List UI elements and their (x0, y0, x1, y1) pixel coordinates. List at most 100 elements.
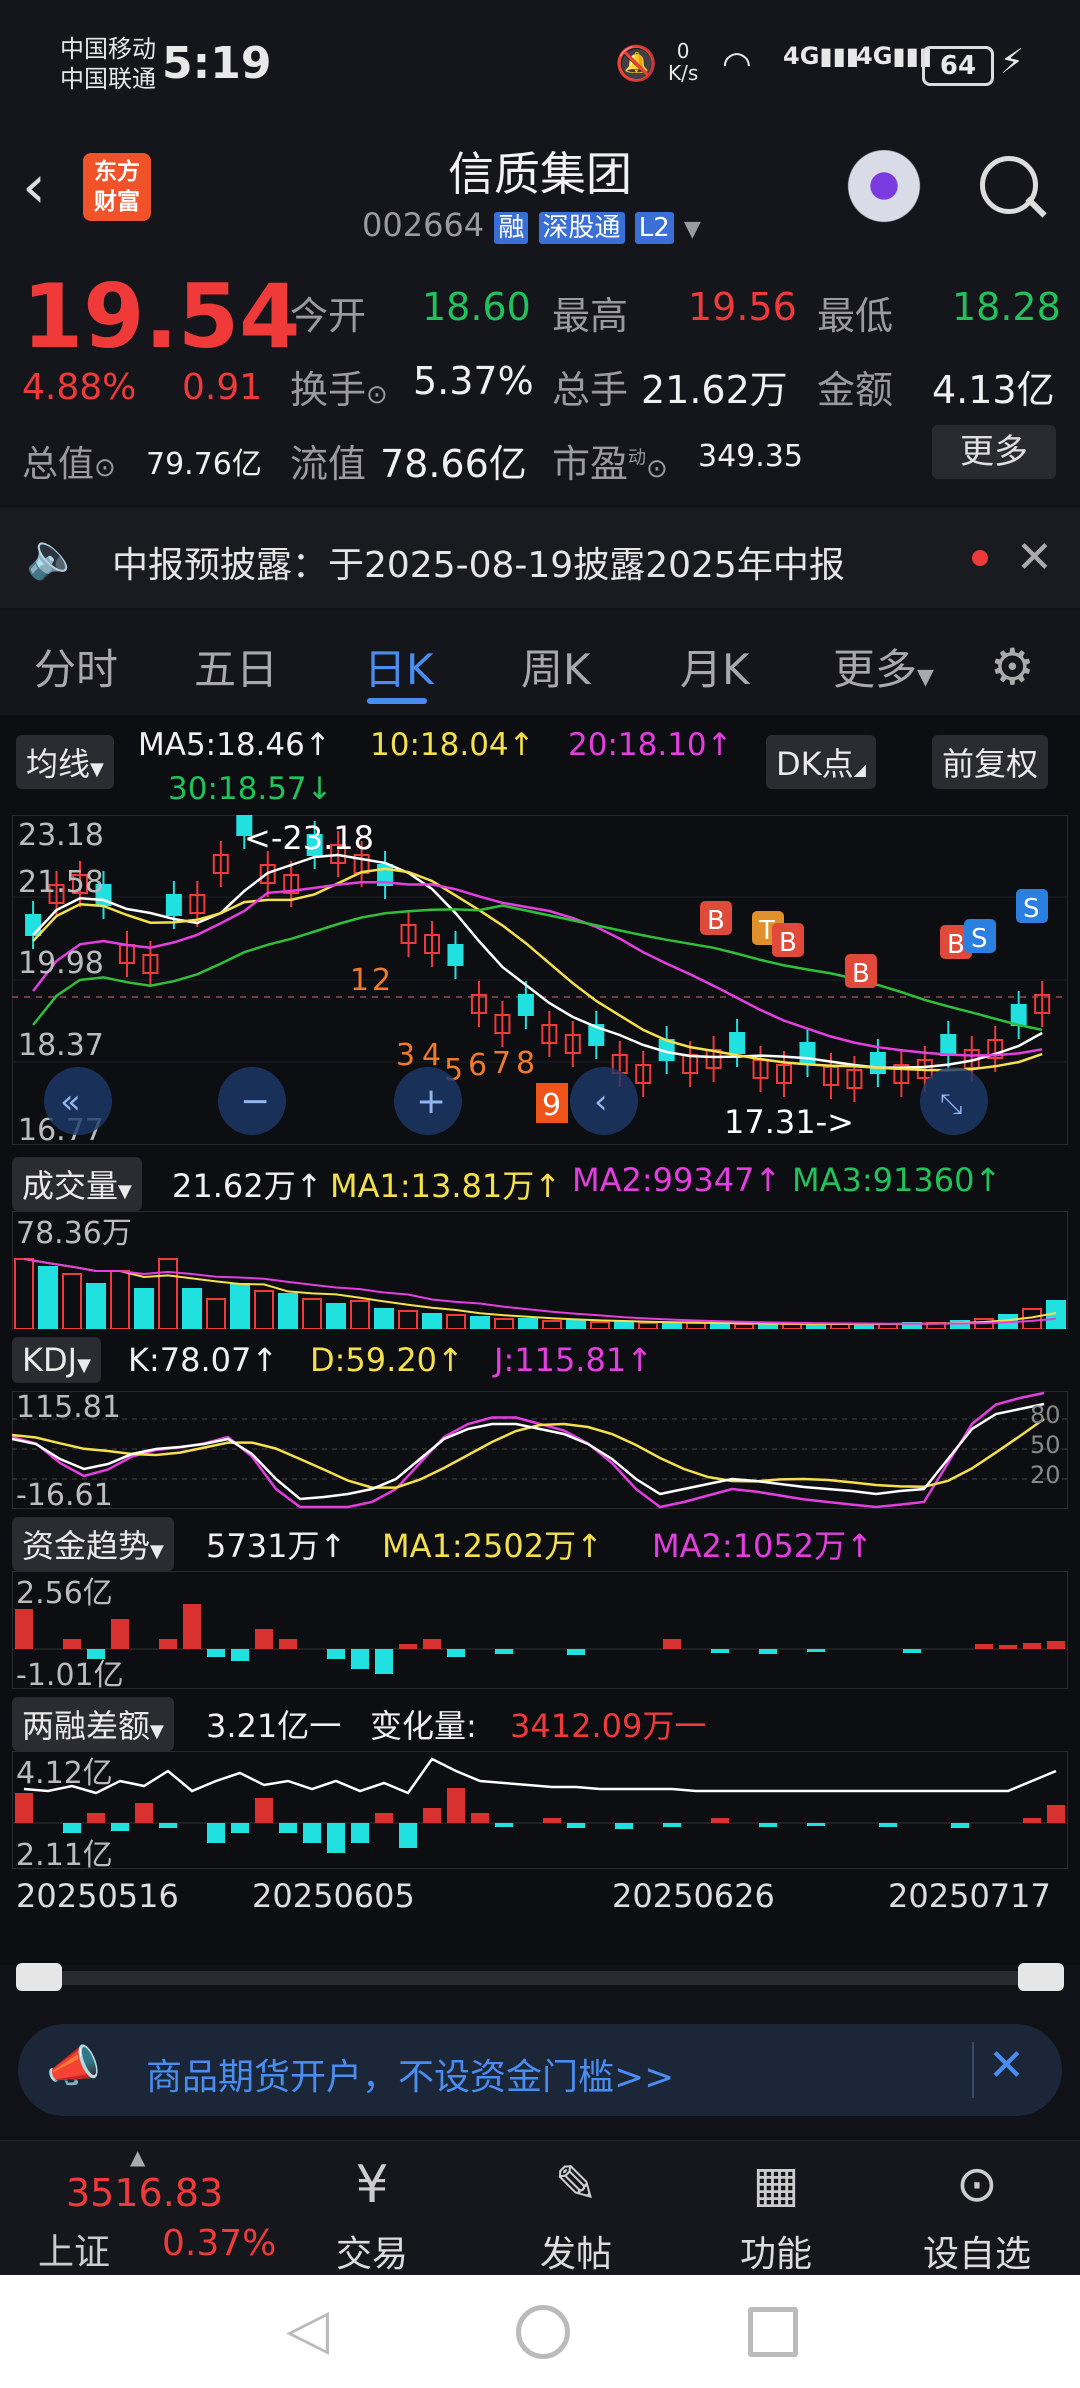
nav-function-label[interactable]: 功能 (736, 2225, 816, 2277)
fund-trend-selector[interactable]: 资金趋势▼ (12, 1517, 174, 1571)
volume-selector[interactable]: 成交量▼ (12, 1157, 142, 1211)
ad-banner[interactable]: 📣 商品期货开户，不设资金门槛>> ✕ (18, 2024, 1062, 2116)
notice-bar[interactable]: 🔈 中报预披露：于2025-08-19披露2025年中报 ✕ (0, 508, 1080, 608)
kline-chart[interactable]: 23.18 21.58 19.98 18.37 16.77 <-23.18 17… (12, 815, 1068, 1145)
info-icon[interactable]: ⊙ (646, 454, 668, 484)
margin-bar (375, 1813, 393, 1823)
axis-label: 115.81 (16, 1391, 121, 1425)
more-button[interactable]: 更多 (932, 425, 1056, 479)
volume-bar (494, 1318, 514, 1329)
back-triangle-icon[interactable]: ◁ (286, 2297, 329, 2362)
gear-icon[interactable]: ⚙ (990, 638, 1035, 696)
trade-icon[interactable]: ¥ (332, 2155, 412, 2215)
fund-bar (183, 1604, 201, 1649)
stock-code-row: 002664 融 深股通 L2 ▼ (362, 206, 701, 244)
index-name[interactable]: 上证 (38, 2223, 110, 2275)
stock-header: ‹ 东方 财富 信质集团 002664 融 深股通 L2 ▼ (0, 130, 1080, 255)
axis-label: 78.36万 (16, 1216, 132, 1251)
home-circle-icon[interactable] (516, 2305, 570, 2359)
candle-body (869, 1052, 886, 1074)
fund-bar (327, 1649, 345, 1659)
volume-chip-label: 成交量 (22, 1167, 119, 1205)
tab-monthly-k[interactable]: 月K (680, 636, 750, 697)
low-annotation: 17.31-> (724, 1103, 854, 1141)
margin-chart[interactable]: 4.12亿 2.11亿 (12, 1751, 1068, 1869)
volume-bar (590, 1321, 610, 1329)
margin-bar (471, 1813, 489, 1823)
candle-body (940, 1034, 957, 1056)
close-icon[interactable]: ✕ (1016, 532, 1053, 583)
axis-label: -16.61 (16, 1478, 113, 1509)
ma10-line (32, 867, 1043, 1072)
chevron-down-icon: ▼ (917, 665, 934, 690)
post-icon[interactable]: ✎ (536, 2155, 616, 2215)
net-speed: 0 K/s (668, 40, 698, 84)
volume-bar (614, 1321, 634, 1329)
kdj-selector[interactable]: KDJ▼ (12, 1337, 101, 1383)
adjust-button[interactable]: 前复权 (932, 735, 1049, 789)
ma20-value: 20:18.10↑ (568, 727, 733, 763)
mute-icon: 🔕 (615, 44, 658, 84)
seq-marker: 2 (372, 963, 391, 998)
volume-label: 总手 (552, 368, 629, 412)
ma10-value: 10:18.04↑ (370, 727, 535, 763)
fund-bar (711, 1649, 729, 1653)
pe-label-text: 市盈 (552, 442, 629, 486)
tab-intraday[interactable]: 分时 (34, 636, 118, 697)
apps-icon[interactable]: ▦ (736, 2155, 816, 2213)
volume-bar (422, 1313, 442, 1329)
tab-five-day[interactable]: 五日 (194, 636, 278, 697)
chevron-down-icon[interactable]: ▼ (684, 217, 701, 242)
signal-2-label: 4G (856, 42, 893, 70)
tab-daily-k[interactable]: 日K (364, 636, 434, 697)
volume-bar (62, 1273, 82, 1329)
range-handle-left[interactable] (16, 1963, 62, 1991)
fund-bars (15, 1604, 1065, 1674)
recents-square-icon[interactable] (748, 2307, 798, 2357)
megaphone-icon: 📣 (46, 2041, 101, 2092)
signal-label: B (707, 906, 725, 936)
more-circle-icon[interactable]: ⊙ (922, 2155, 1032, 2213)
kdj-j-line (12, 1391, 1045, 1509)
volume-ma3: MA3:91360↑ (792, 1161, 1002, 1199)
info-icon[interactable]: ⊙ (94, 453, 116, 483)
fund-bar (447, 1649, 465, 1657)
fund-value: 5731万↑ (206, 1527, 347, 1565)
fund-trend-chart[interactable]: 2.56亿 -1.01亿 (12, 1571, 1068, 1689)
close-icon[interactable]: ✕ (988, 2040, 1025, 2091)
volume-chart[interactable]: 78.36万 (12, 1211, 1068, 1329)
range-handle-right[interactable] (1018, 1963, 1064, 1991)
index-value[interactable]: 3516.83 (66, 2171, 223, 2215)
margin-selector[interactable]: 两融差额▼ (12, 1697, 174, 1751)
chevron-up-icon: ▲ (130, 2145, 146, 2169)
fund-frame (12, 1571, 1068, 1689)
fund-bar (231, 1649, 249, 1661)
fund-bar (63, 1639, 81, 1649)
nav-add-watch-label[interactable]: 设自选 (912, 2225, 1042, 2277)
axis-label: 18.37 (18, 1028, 104, 1063)
index-percent[interactable]: 0.37% (162, 2223, 276, 2264)
volume-bar (326, 1303, 346, 1329)
kdj-chart[interactable]: 115.81 -16.61 80 50 20 (12, 1391, 1068, 1509)
robot-assistant-icon[interactable] (842, 150, 926, 230)
signal-1-icon: 4G▮▮▮ (783, 42, 860, 70)
range-scrollbar[interactable] (18, 1971, 1060, 1985)
dk-point-button[interactable]: DK点◢ (766, 735, 876, 789)
margin-bar (567, 1823, 585, 1828)
fund-bar (207, 1649, 225, 1657)
amount-label: 金额 (817, 368, 894, 412)
tab-weekly-k[interactable]: 周K (521, 636, 591, 697)
ma-selector[interactable]: 均线▼ (16, 735, 114, 789)
period-tabs: 分时 五日 日K 周K 月K 更多▼ ⚙ (0, 610, 1080, 715)
margin-bar (495, 1823, 513, 1827)
tab-more[interactable]: 更多▼ (833, 636, 934, 697)
nav-trade-label[interactable]: 交易 (332, 2225, 412, 2277)
turnover-label: 换手⊙ (290, 359, 388, 414)
fund-bar (399, 1644, 417, 1649)
margin-bar (663, 1823, 681, 1827)
low-label: 最低 (817, 294, 894, 338)
volume-bar (110, 1270, 130, 1329)
nav-post-label[interactable]: 发帖 (536, 2225, 616, 2277)
info-icon[interactable]: ⊙ (366, 380, 388, 410)
chevron-down-icon: ▼ (118, 1181, 132, 1202)
